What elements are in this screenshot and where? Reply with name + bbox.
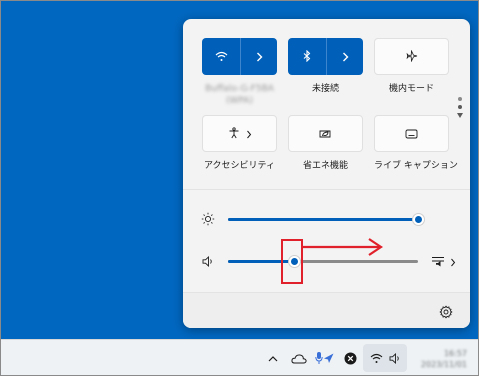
tile-energy-saver: 省エネ機能 bbox=[288, 115, 363, 172]
chevron-right-icon bbox=[256, 47, 263, 66]
clock-date: 2023/11/01 bbox=[420, 360, 467, 369]
wifi-network-name: Buffalo-G-F5BA bbox=[205, 84, 274, 94]
chevron-up-icon[interactable] bbox=[266, 350, 280, 366]
brightness-thumb[interactable] bbox=[412, 214, 424, 225]
brightness-slider-row bbox=[199, 209, 464, 229]
speaker-icon bbox=[388, 350, 401, 366]
bluetooth-icon bbox=[303, 47, 311, 66]
taskbar-clock[interactable]: 16:57 2023/11/01 bbox=[415, 348, 467, 370]
volume-slider[interactable] bbox=[228, 256, 418, 267]
audio-output-button[interactable] bbox=[431, 251, 463, 271]
wifi-expand-button[interactable] bbox=[241, 38, 277, 75]
chevron-right-icon bbox=[246, 124, 252, 143]
tile-accessibility: アクセシビリティ bbox=[202, 115, 277, 172]
bluetooth-label: 未接続 bbox=[311, 84, 339, 94]
wifi-icon bbox=[215, 47, 228, 66]
wifi-network-label: Buffalo-G-F5BA (WPA) bbox=[202, 83, 277, 107]
clock-time: 16:57 bbox=[443, 349, 467, 358]
captions-icon bbox=[405, 124, 418, 143]
brightness-icon bbox=[199, 209, 217, 229]
wifi-network-security: (WPA) bbox=[226, 96, 253, 106]
tiles-divider bbox=[183, 189, 470, 190]
microphone-location-icon[interactable] bbox=[315, 350, 335, 366]
close-circle-icon[interactable] bbox=[343, 350, 357, 366]
page-dot[interactable] bbox=[458, 97, 462, 101]
energy-saver-button[interactable] bbox=[288, 115, 363, 152]
network-volume-tray-button[interactable] bbox=[363, 344, 407, 372]
taskbar: 16:57 2023/11/01 bbox=[1, 339, 478, 375]
tile-live-captions: ライブ キャプション bbox=[374, 115, 458, 172]
airplane-mode-button[interactable] bbox=[374, 38, 449, 75]
quick-settings-panel: Buffalo-G-F5BA (WPA) 未接続 機内モード アクセシビリティ … bbox=[183, 19, 470, 328]
wifi-icon bbox=[369, 350, 383, 366]
tile-bluetooth: 未接続 bbox=[288, 38, 363, 95]
airplane-icon bbox=[406, 47, 418, 66]
brightness-slider[interactable] bbox=[228, 214, 424, 225]
accessibility-icon bbox=[228, 124, 240, 143]
desktop: Buffalo-G-F5BA (WPA) 未接続 機内モード アクセシビリティ … bbox=[0, 0, 479, 376]
live-captions-button[interactable] bbox=[374, 115, 449, 152]
bluetooth-toggle[interactable] bbox=[288, 38, 327, 75]
gear-icon[interactable] bbox=[439, 304, 453, 319]
tile-airplane-mode: 機内モード bbox=[374, 38, 449, 95]
speaker-icon[interactable] bbox=[199, 251, 217, 271]
airplane-mode-label: 機内モード bbox=[388, 84, 434, 94]
audio-output-icon bbox=[431, 252, 447, 271]
wifi-toggle-button[interactable] bbox=[202, 38, 277, 75]
brightness-fill bbox=[228, 218, 418, 221]
accessibility-button[interactable] bbox=[202, 115, 277, 152]
tile-page-indicator[interactable] bbox=[456, 97, 464, 118]
bluetooth-toggle-button[interactable] bbox=[288, 38, 363, 75]
accessibility-label: アクセシビリティ bbox=[203, 161, 275, 171]
bluetooth-expand-button[interactable] bbox=[327, 38, 363, 75]
energy-saver-label: 省エネ機能 bbox=[302, 161, 348, 171]
quick-settings-footer bbox=[183, 292, 470, 328]
chevron-right-icon bbox=[450, 252, 456, 271]
annotation-arrow-right-icon bbox=[303, 238, 383, 256]
annotation-highlight-box bbox=[281, 239, 303, 284]
leaf-icon bbox=[319, 124, 332, 143]
chevron-down-icon[interactable] bbox=[457, 113, 463, 118]
quick-settings-tiles: Buffalo-G-F5BA (WPA) 未接続 機内モード アクセシビリティ … bbox=[183, 19, 470, 189]
tile-wifi: Buffalo-G-F5BA (WPA) bbox=[202, 38, 277, 107]
wifi-toggle[interactable] bbox=[202, 38, 241, 75]
onedrive-icon[interactable] bbox=[290, 350, 308, 366]
page-dot-current[interactable] bbox=[458, 105, 462, 109]
chevron-right-icon bbox=[342, 47, 349, 66]
live-captions-label: ライブ キャプション bbox=[374, 161, 458, 171]
